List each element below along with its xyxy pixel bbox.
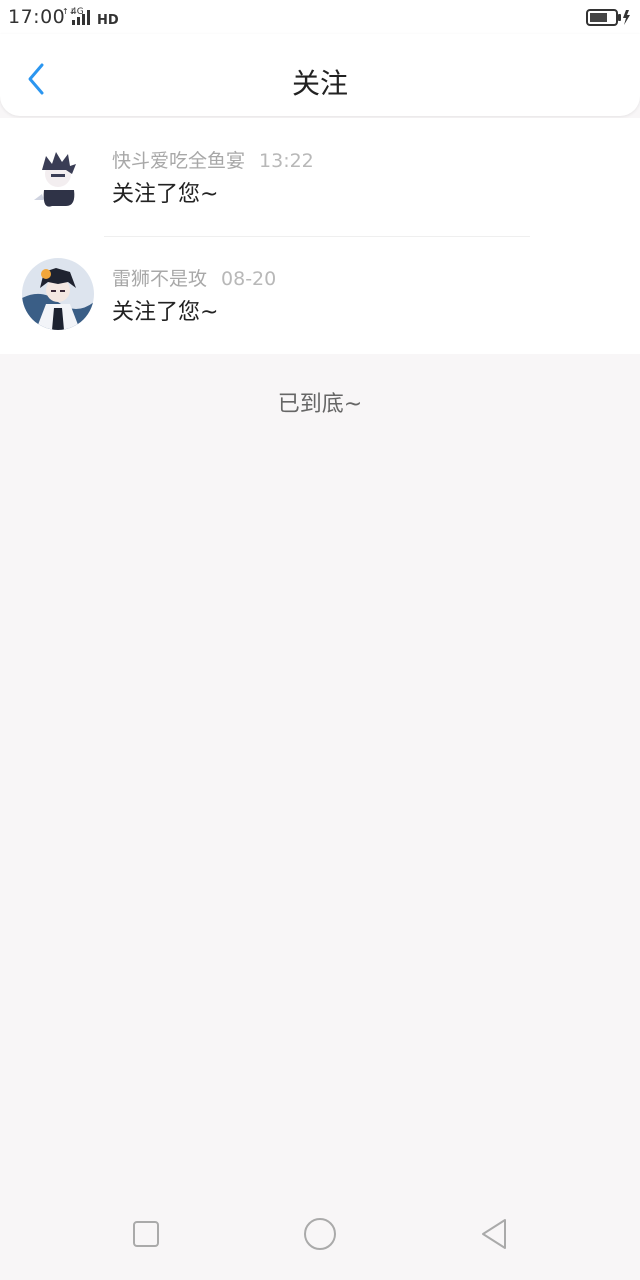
timestamp: 13:22 bbox=[259, 150, 314, 172]
item-meta: 雷狮不是攻 08-20 bbox=[112, 264, 276, 291]
avatar[interactable] bbox=[22, 258, 94, 330]
status-bar: 17:00 ↑↓ 4G HD bbox=[0, 0, 640, 34]
list-end-text: 已到底~ bbox=[277, 392, 363, 417]
home-button[interactable] bbox=[296, 1214, 344, 1254]
navigation-bar bbox=[0, 1194, 640, 1280]
hd-label: HD bbox=[97, 13, 119, 27]
avatar[interactable] bbox=[22, 140, 94, 212]
notification-list: 快斗爱吃全鱼宴 13:22 关注了您~ 雷狮不是攻 08-20 关注了您~ bbox=[0, 118, 640, 354]
message-text: 关注了您~ bbox=[112, 182, 219, 207]
message-text: 关注了您~ bbox=[112, 300, 219, 325]
header: 关注 bbox=[0, 34, 640, 116]
timestamp: 08-20 bbox=[221, 268, 277, 290]
list-item[interactable]: 雷狮不是攻 08-20 关注了您~ bbox=[0, 236, 640, 354]
item-meta: 快斗爱吃全鱼宴 13:22 bbox=[112, 146, 314, 173]
username[interactable]: 快斗爱吃全鱼宴 bbox=[112, 150, 245, 172]
username[interactable]: 雷狮不是攻 bbox=[112, 268, 207, 290]
nav-back-button[interactable] bbox=[470, 1214, 518, 1254]
status-time: 17:00 bbox=[8, 6, 66, 28]
circle-icon bbox=[304, 1218, 336, 1250]
square-icon bbox=[133, 1221, 159, 1247]
triangle-back-icon bbox=[482, 1219, 506, 1249]
page-title: 关注 bbox=[291, 67, 348, 100]
signal-icon: ↑↓ 4G HD bbox=[62, 5, 122, 31]
list-item[interactable]: 快斗爱吃全鱼宴 13:22 关注了您~ bbox=[0, 118, 640, 236]
battery-icon bbox=[586, 7, 632, 31]
recent-apps-button[interactable] bbox=[122, 1214, 170, 1254]
network-label: 4G bbox=[71, 7, 84, 17]
